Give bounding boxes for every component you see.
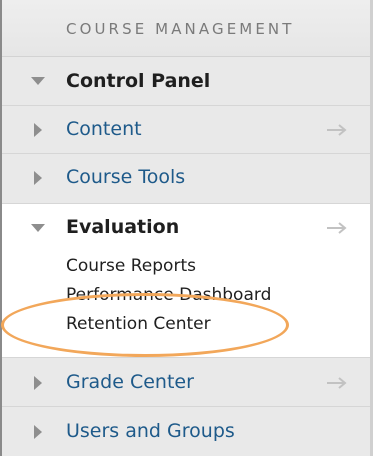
performance-dashboard-link[interactable]: Performance Dashboard — [66, 285, 271, 305]
collapsed-triangle-icon[interactable] — [34, 171, 42, 185]
content-label[interactable]: Content — [66, 118, 142, 140]
collapsed-triangle-icon[interactable] — [34, 123, 42, 137]
grade-center-label[interactable]: Grade Center — [66, 371, 194, 393]
sidebar-item-users-and-groups[interactable]: Users and Groups — [2, 407, 370, 456]
course-management-header: COURSE MANAGEMENT — [2, 0, 370, 57]
sidebar-item-grade-center[interactable]: Grade Center — [2, 358, 370, 407]
control-panel-row[interactable]: Control Panel — [2, 57, 370, 106]
users-and-groups-label[interactable]: Users and Groups — [66, 420, 235, 442]
collapsed-triangle-icon[interactable] — [34, 376, 42, 390]
course-management-title: COURSE MANAGEMENT — [66, 20, 295, 38]
arrow-right-icon[interactable] — [326, 221, 348, 235]
evaluation-label[interactable]: Evaluation — [66, 216, 179, 238]
retention-center-link[interactable]: Retention Center — [66, 314, 211, 334]
arrow-right-icon[interactable] — [326, 376, 348, 390]
course-tools-label[interactable]: Course Tools — [66, 166, 185, 188]
course-management-panel: COURSE MANAGEMENT Control Panel Content … — [0, 0, 373, 456]
evaluation-section: Evaluation Course Reports Performance Da… — [2, 203, 370, 358]
expanded-triangle-icon[interactable] — [31, 224, 45, 232]
sidebar-item-course-tools[interactable]: Course Tools — [2, 154, 370, 203]
expanded-triangle-icon[interactable] — [31, 77, 45, 85]
control-panel-label: Control Panel — [66, 70, 211, 92]
course-reports-link[interactable]: Course Reports — [66, 256, 196, 276]
arrow-right-icon[interactable] — [326, 123, 348, 137]
collapsed-triangle-icon[interactable] — [34, 425, 42, 439]
sidebar-item-content[interactable]: Content — [2, 106, 370, 154]
